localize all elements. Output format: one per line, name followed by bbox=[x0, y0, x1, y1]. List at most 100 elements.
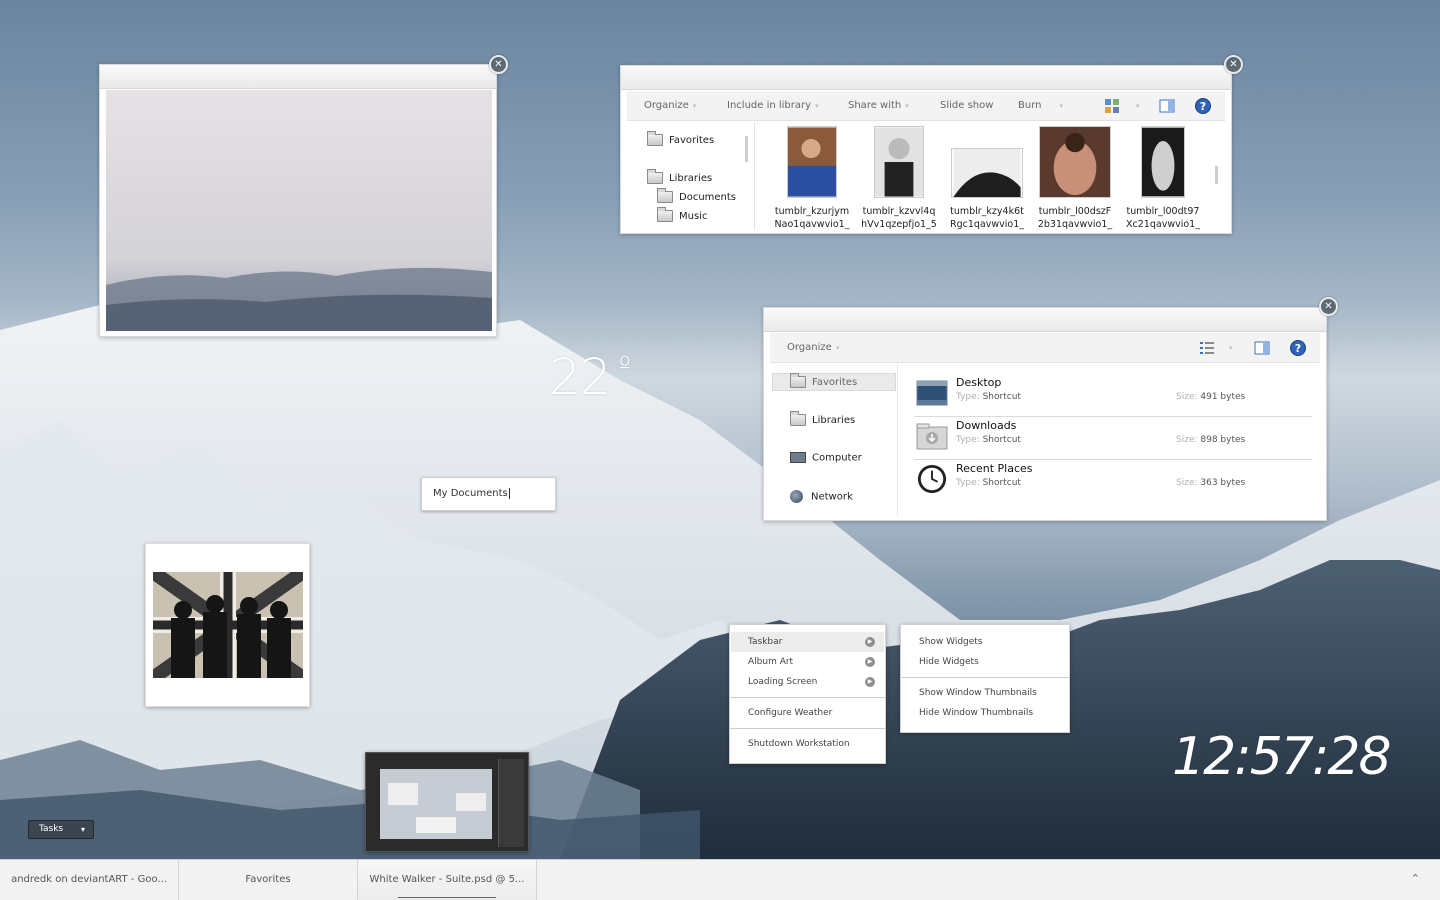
degree-symbol: º bbox=[618, 352, 631, 382]
slide-show-button[interactable]: Slide show bbox=[940, 100, 993, 111]
folder-icon bbox=[647, 131, 663, 146]
photo-viewer-window[interactable] bbox=[99, 64, 497, 337]
album-art-widget[interactable] bbox=[145, 543, 310, 707]
nav-favorites[interactable]: Favorites bbox=[647, 131, 714, 146]
view-details-icon[interactable] bbox=[1199, 340, 1215, 356]
organize-button[interactable]: Organize ▾ bbox=[644, 100, 696, 111]
taskbar-submenu: Show Widgets Hide Widgets Show Window Th… bbox=[900, 624, 1070, 733]
desktop-icon bbox=[916, 380, 948, 406]
explorer-top-close-button[interactable]: ✕ bbox=[1224, 55, 1243, 74]
file-type: Type: Shortcut bbox=[956, 435, 1021, 445]
thumbnail-panels bbox=[498, 759, 524, 847]
menu-separator bbox=[730, 697, 885, 698]
submenu-arrow-icon: ▶ bbox=[865, 657, 875, 667]
explorer-window-favorites[interactable]: Organize ▾ ▾ ? Favorites Libraries Comput… bbox=[763, 307, 1327, 521]
file-thumbnails-area: tumblr_kzurjym Nao1qavwvio1_ tumblr_kzvv… bbox=[756, 122, 1226, 230]
file-type: Type: Shortcut bbox=[956, 392, 1021, 402]
nav-network[interactable]: Network bbox=[790, 490, 853, 503]
tray-expand-icon[interactable]: ⌃ bbox=[1411, 872, 1420, 885]
folder-icon bbox=[647, 169, 663, 184]
preview-pane-icon[interactable] bbox=[1254, 340, 1270, 356]
taskbar-button-photoshop[interactable]: White Walker - Suite.psd @ 5... bbox=[358, 860, 537, 900]
thumbnail-window-2 bbox=[456, 793, 486, 811]
menu-item-configure-weather[interactable]: Configure Weather bbox=[748, 708, 832, 718]
file-item-desktop[interactable]: Desktop Type: Shortcut Size: 491 bytes bbox=[914, 374, 1312, 417]
file-size: Size: 491 bytes bbox=[1176, 392, 1246, 402]
file-thumbnail[interactable]: tumblr_l00dt97 Xc21qavwvio1_ bbox=[1119, 126, 1207, 231]
preview-pane-icon[interactable] bbox=[1159, 98, 1175, 114]
menu-item-show-widgets[interactable]: Show Widgets bbox=[919, 637, 983, 647]
menu-separator bbox=[901, 677, 1069, 678]
rename-input[interactable]: My Documents bbox=[433, 488, 510, 499]
menu-separator bbox=[730, 728, 885, 729]
view-dropdown-arrow[interactable]: ▾ bbox=[1132, 100, 1140, 111]
album-art-image bbox=[153, 572, 303, 678]
photo-thumbnail bbox=[951, 148, 1023, 198]
network-globe-icon bbox=[790, 490, 803, 503]
explorer-favorites-toolbar: Organize ▾ ▾ ? bbox=[770, 333, 1320, 363]
explorer-nav-pane: Favorites Libraries Documents Music bbox=[627, 122, 755, 230]
menu-item-hide-widgets[interactable]: Hide Widgets bbox=[919, 657, 979, 667]
file-thumbnail[interactable]: tumblr_kzurjym Nao1qavwvio1_ bbox=[768, 126, 856, 231]
clock-icon bbox=[917, 464, 947, 494]
nav-computer[interactable]: Computer bbox=[790, 452, 862, 464]
window-thumbnail-preview[interactable] bbox=[365, 752, 529, 852]
thumbnails-scrollbar[interactable] bbox=[1215, 166, 1218, 184]
file-item-recent-places[interactable]: Recent Places Type: Shortcut Size: 363 b… bbox=[914, 460, 1312, 503]
explorer-window-pictures[interactable]: Organize ▾ Include in library ▾ Share with… bbox=[620, 65, 1232, 234]
rename-box: My Documents bbox=[421, 477, 556, 511]
thumbnail-window-3 bbox=[416, 817, 456, 833]
help-icon[interactable]: ? bbox=[1290, 340, 1306, 356]
nav-libraries[interactable]: Libraries bbox=[790, 411, 855, 426]
help-icon[interactable]: ? bbox=[1195, 98, 1211, 114]
explorer-favorites-close-button[interactable]: ✕ bbox=[1319, 297, 1338, 316]
menu-item-shutdown[interactable]: Shutdown Workstation bbox=[748, 739, 850, 749]
photo-viewer-titlebar[interactable] bbox=[100, 65, 496, 89]
taskbar-button-browser[interactable]: andredk on deviantART - Goo... bbox=[0, 860, 179, 900]
nav-scrollbar[interactable] bbox=[745, 136, 748, 162]
active-indicator bbox=[398, 897, 496, 898]
taskbar-button-favorites[interactable]: Favorites bbox=[179, 860, 358, 900]
temperature-value: 22 bbox=[549, 348, 612, 406]
file-thumbnail[interactable]: tumblr_l00dszF 2b31qavwvio1_ bbox=[1031, 126, 1119, 231]
taskbar: andredk on deviantART - Goo... Favorites… bbox=[0, 859, 1440, 900]
explorer-favorites-titlebar[interactable] bbox=[764, 308, 1326, 332]
photo-thumbnail bbox=[874, 126, 924, 198]
menu-item-hide-window-thumbnails[interactable]: Hide Window Thumbnails bbox=[919, 708, 1033, 718]
file-thumbnail[interactable]: tumblr_kzvvl4q hVv1qzepfjo1_5 bbox=[855, 126, 943, 231]
nav-libraries[interactable]: Libraries bbox=[647, 169, 712, 184]
menu-item-show-window-thumbnails[interactable]: Show Window Thumbnails bbox=[919, 688, 1037, 698]
folder-icon bbox=[790, 411, 806, 426]
folder-icon bbox=[657, 188, 673, 203]
explorer-titlebar[interactable] bbox=[621, 66, 1231, 90]
thumbnail-window-1 bbox=[388, 783, 418, 805]
file-item-downloads[interactable]: Downloads Type: Shortcut Size: 898 bytes bbox=[914, 417, 1312, 460]
downloads-icon bbox=[916, 423, 948, 450]
menu-item-loading-screen[interactable]: Loading Screen bbox=[748, 677, 817, 687]
photo-viewer-close-button[interactable]: ✕ bbox=[489, 55, 508, 74]
clock-widget: 12:57:28 bbox=[1172, 727, 1392, 787]
nav-favorites[interactable]: Favorites bbox=[790, 373, 857, 388]
computer-icon bbox=[790, 452, 806, 463]
menu-item-album-art[interactable]: Album Art bbox=[748, 657, 793, 667]
share-with-button[interactable]: Share with ▾ bbox=[848, 100, 909, 111]
organize-button[interactable]: Organize ▾ bbox=[787, 342, 839, 353]
tasks-button[interactable]: Tasks ▾ bbox=[28, 820, 94, 839]
file-size: Size: 363 bytes bbox=[1176, 478, 1246, 488]
chevron-down-icon: ▾ bbox=[80, 825, 85, 834]
foggy-forest-photo bbox=[106, 90, 492, 331]
burn-button[interactable]: Burn ▾ bbox=[1018, 100, 1063, 111]
taskbar-button-label: White Walker - Suite.psd @ 5... bbox=[369, 874, 525, 885]
file-type: Type: Shortcut bbox=[956, 478, 1021, 488]
weather-widget[interactable]: 22 º bbox=[549, 348, 631, 406]
menu-item-taskbar[interactable]: Taskbar bbox=[748, 637, 782, 647]
photo-thumbnail bbox=[1039, 126, 1111, 198]
view-dropdown-arrow[interactable]: ▾ bbox=[1225, 342, 1233, 353]
view-thumbnails-icon[interactable] bbox=[1104, 98, 1120, 114]
explorer-toolbar: Organize ▾ Include in library ▾ Share with… bbox=[627, 91, 1225, 121]
file-thumbnail[interactable]: tumblr_kzy4k6t Rgc1qavwvio1_ bbox=[943, 126, 1031, 231]
include-in-library-button[interactable]: Include in library ▾ bbox=[727, 100, 819, 111]
nav-documents[interactable]: Documents bbox=[657, 188, 736, 203]
nav-music[interactable]: Music bbox=[657, 207, 707, 222]
file-size: Size: 898 bytes bbox=[1176, 435, 1246, 445]
